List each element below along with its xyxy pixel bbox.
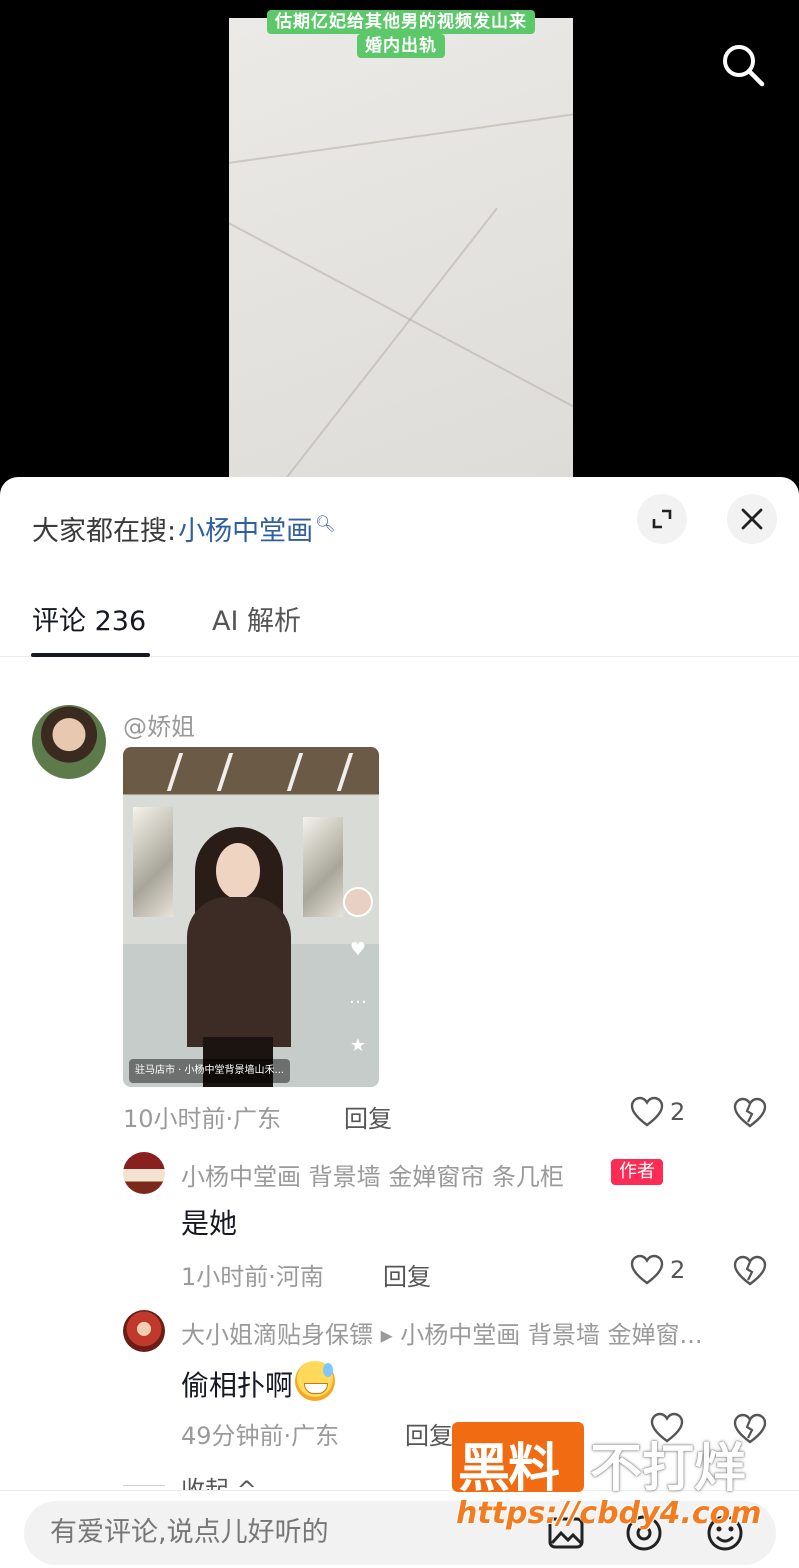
reply-button[interactable]: 回复 <box>344 1099 392 1134</box>
comment-username[interactable]: 小杨中堂画 背景墙 金婵窗帘 条几柜 <box>181 1157 564 1192</box>
like-button[interactable]: 2 <box>630 1096 685 1128</box>
comment-username[interactable]: 大小姐滴贴身保镖 ▸ 小杨中堂画 背景墙 金婵窗... <box>181 1315 771 1350</box>
emoji-icon <box>707 1515 743 1551</box>
comment-time: 49分钟前·广东 <box>181 1422 340 1450</box>
tab-comments[interactable]: 评论 236 <box>32 599 146 638</box>
grinning-sweat-emoji-icon <box>295 1361 336 1401</box>
dislike-button[interactable] <box>733 1255 767 1291</box>
broken-heart-icon <box>733 1413 767 1444</box>
small-search-icon: 🔍︎ <box>315 514 336 533</box>
search-icon <box>723 45 765 87</box>
mention-button[interactable] <box>624 1513 664 1557</box>
star-icon: ★ <box>349 1035 367 1056</box>
comment-icon: … <box>349 987 367 1008</box>
comment-sheet: 大家都在搜: 小杨中堂画 🔍︎ 评论 236 AI 解析 @娇姐 ♥ … ★ 驻… <box>0 477 799 1568</box>
at-mention-icon <box>626 1515 662 1551</box>
hot-search-label: 大家都在搜: <box>32 516 177 547</box>
reply-button[interactable]: 回复 <box>383 1257 431 1292</box>
heart-outline-icon <box>630 1096 664 1127</box>
comment-text-row: 偷相扑啊 <box>181 1361 336 1404</box>
comment-text: 是她 <box>181 1207 238 1240</box>
like-button[interactable] <box>650 1412 690 1444</box>
video-player[interactable]: 估期亿妃给其他男的视频发山来 婚内出轨 <box>0 0 799 500</box>
like-count: 2 <box>670 1256 686 1284</box>
active-tab-indicator <box>31 653 150 657</box>
image-picker-button[interactable] <box>546 1513 586 1557</box>
broken-heart-icon <box>733 1097 767 1128</box>
search-button[interactable] <box>718 40 768 90</box>
divider <box>123 1485 165 1486</box>
video-frame <box>229 18 573 488</box>
heart-icon: ♥ <box>349 939 367 960</box>
emoji-button[interactable] <box>705 1513 745 1557</box>
tab-ai-analysis[interactable]: AI 解析 <box>212 599 301 638</box>
video-caption: 估期亿妃给其他男的视频发山来 婚内出轨 <box>260 10 542 58</box>
comment-video-thumbnail[interactable]: ♥ … ★ 驻马店市 · 小杨中堂背景墙山禾... <box>123 747 379 1087</box>
image-icon <box>548 1517 584 1549</box>
expand-button[interactable] <box>637 494 687 544</box>
reply-button[interactable]: 回复 <box>405 1416 453 1451</box>
caption-line-1: 估期亿妃给其他男的视频发山来 <box>267 10 535 34</box>
heart-outline-icon <box>630 1254 664 1285</box>
author-avatar[interactable] <box>123 1152 165 1194</box>
tab-bar: 评论 236 AI 解析 <box>0 585 799 657</box>
hot-search-keyword[interactable]: 小杨中堂画 <box>178 509 313 548</box>
avatar[interactable] <box>123 1310 165 1352</box>
hot-search-bar[interactable]: 大家都在搜: 小杨中堂画 🔍︎ <box>32 509 335 548</box>
thumb-avatar <box>343 887 373 917</box>
expand-icon <box>652 509 672 529</box>
broken-heart-icon <box>733 1255 767 1286</box>
avatar[interactable] <box>32 705 106 779</box>
comment-time: 1小时前·河南 <box>181 1263 324 1291</box>
thumbnail-location: 驻马店市 · 小杨中堂背景墙山禾... <box>129 1059 291 1083</box>
heart-outline-icon <box>650 1412 684 1443</box>
dislike-button[interactable] <box>733 1413 767 1449</box>
comment-time: 10小时前·广东 <box>123 1105 282 1133</box>
close-button[interactable] <box>727 494 777 544</box>
close-icon <box>741 508 763 530</box>
author-badge: 作者 <box>611 1159 663 1185</box>
like-button[interactable]: 2 <box>630 1254 685 1286</box>
caption-line-2: 婚内出轨 <box>357 34 445 58</box>
comment-text: 偷相扑啊 <box>181 1369 294 1402</box>
comment-username[interactable]: @娇姐 <box>123 707 195 742</box>
dislike-button[interactable] <box>733 1097 767 1133</box>
comment-input-bar: 有爱评论,说点儿好听的 <box>0 1490 799 1568</box>
like-count: 2 <box>670 1098 686 1126</box>
